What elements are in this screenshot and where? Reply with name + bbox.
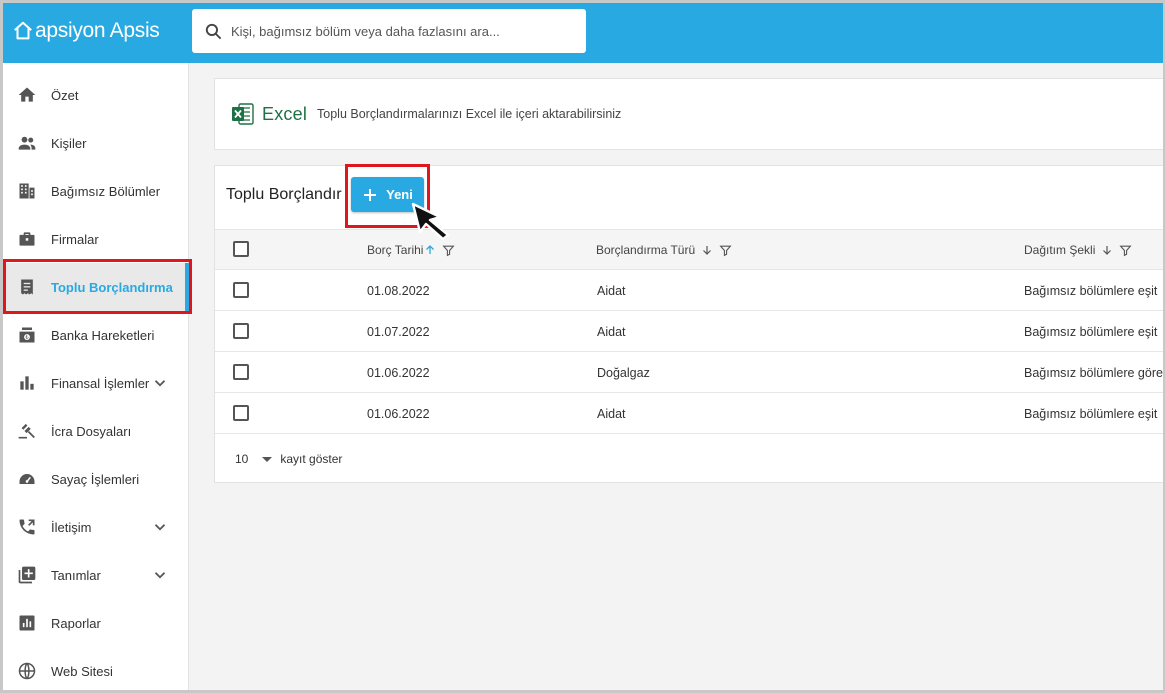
row-checkbox[interactable]: [233, 323, 249, 339]
app-logo[interactable]: apsiyon Apsis: [12, 18, 160, 44]
cell-type: Doğalgaz: [597, 366, 650, 380]
sidebar-item-ozet[interactable]: Özet: [0, 71, 189, 119]
sidebar-item-banka-hareketleri[interactable]: ₺ Banka Hareketleri: [0, 311, 189, 359]
bank-icon: ₺: [17, 325, 37, 345]
cell-date: 01.06.2022: [367, 407, 430, 421]
select-all-checkbox[interactable]: [233, 241, 249, 257]
home-outline-icon: [14, 21, 32, 40]
page-size-label: kayıt göster: [280, 452, 343, 466]
column-label: Borçlandırma Türü: [596, 243, 696, 257]
cell-type: Aidat: [597, 325, 626, 339]
sidebar-item-label: Sayaç İşlemleri: [51, 471, 140, 487]
search-box[interactable]: [192, 9, 586, 53]
table-row[interactable]: 01.07.2022 Aidat Bağımsız bölümlere eşit: [215, 311, 1165, 352]
logo-text: apsiyon Apsis: [35, 19, 160, 42]
sidebar-item-label: Tanımlar: [51, 567, 101, 583]
excel-import-card[interactable]: Excel Toplu Borçlandırmalarınızı Excel i…: [214, 78, 1165, 150]
row-checkbox[interactable]: [233, 405, 249, 421]
cell-type: Aidat: [597, 284, 626, 298]
sidebar: Özet Kişiler Bağımsız Bölümler Firmalar …: [0, 63, 189, 693]
library-add-icon: [17, 565, 37, 585]
table-row[interactable]: 01.06.2022 Doğalgaz Bağımsız bölümlere g…: [215, 352, 1165, 393]
mouse-pointer-icon: [411, 202, 450, 241]
building-icon: [17, 181, 37, 201]
cell-distribution: Bağımsız bölümlere eşit: [1024, 325, 1158, 339]
sidebar-item-label: Web Sitesi: [51, 663, 113, 679]
cell-date: 01.07.2022: [367, 325, 430, 339]
chevron-down-icon[interactable]: [151, 374, 169, 392]
sidebar-item-kisiler[interactable]: Kişiler: [0, 119, 189, 167]
table-row[interactable]: 01.06.2022 Aidat Bağımsız bölümlere eşit: [215, 393, 1165, 434]
sidebar-item-label: Kişiler: [51, 135, 87, 151]
sidebar-item-finansal-islemler[interactable]: Finansal İşlemler: [0, 359, 189, 407]
excel-icon: [232, 103, 254, 125]
row-checkbox[interactable]: [233, 282, 249, 298]
sidebar-item-toplu-borclandirma[interactable]: Toplu Borçlandırma: [0, 263, 189, 311]
column-header-borc-tarihi[interactable]: Borç Tarihi: [367, 243, 456, 257]
sidebar-item-label: Toplu Borçlandırma: [51, 279, 173, 295]
sidebar-item-label: Özet: [51, 87, 79, 103]
meter-icon: [17, 469, 37, 489]
filter-icon[interactable]: [719, 244, 732, 257]
excel-description: Toplu Borçlandırmalarınızı Excel ile içe…: [317, 107, 622, 121]
column-header-dagitim-sekli[interactable]: Dağıtım Şekli: [1024, 243, 1132, 257]
sidebar-item-iletisim[interactable]: İletişim: [0, 503, 189, 551]
top-bar: apsiyon Apsis: [0, 0, 1165, 63]
page-size-selector[interactable]: 10 kayıt göster: [235, 452, 342, 466]
column-label: Borç Tarihi: [367, 243, 424, 257]
briefcase-icon: [17, 229, 37, 249]
sidebar-item-icra-dosyalari[interactable]: İcra Dosyaları: [0, 407, 189, 455]
column-label: Dağıtım Şekli: [1024, 243, 1096, 257]
people-icon: [17, 133, 37, 153]
sidebar-item-firmalar[interactable]: Firmalar: [0, 215, 189, 263]
table-row[interactable]: 01.08.2022 Aidat Bağımsız bölümlere eşit: [215, 270, 1165, 311]
plus-icon: [364, 188, 377, 201]
cell-date: 01.08.2022: [367, 284, 430, 298]
chevron-down-icon[interactable]: [151, 518, 169, 536]
cell-distribution: Bağımsız bölümlere göre: [1024, 366, 1163, 380]
phone-icon: [17, 517, 37, 537]
sidebar-item-tanimlar[interactable]: Tanımlar: [0, 551, 189, 599]
bulk-debit-table-card: Toplu Borçlandır Yeni Borç Tarihi Borçla…: [214, 165, 1165, 483]
sidebar-item-label: Firmalar: [51, 231, 99, 247]
search-icon: [205, 23, 222, 39]
sidebar-item-label: Raporlar: [51, 615, 101, 631]
gavel-icon: [17, 421, 37, 441]
sidebar-item-label: Bağımsız Bölümler: [51, 183, 161, 199]
sidebar-item-label: Finansal İşlemler: [51, 375, 150, 391]
card-title: Toplu Borçlandır: [226, 186, 342, 203]
receipt-icon: [17, 277, 37, 297]
bar-chart-icon: [17, 373, 37, 393]
sidebar-item-label: Banka Hareketleri: [51, 327, 155, 343]
sidebar-item-raporlar[interactable]: Raporlar: [0, 599, 189, 647]
excel-title: Excel: [262, 103, 308, 124]
column-header-borclandirma-turu[interactable]: Borçlandırma Türü: [596, 243, 732, 257]
cell-type: Aidat: [597, 407, 626, 421]
new-button-label: Yeni: [386, 187, 413, 202]
sort-descending-icon[interactable]: [1101, 244, 1113, 256]
sidebar-item-sayac-islemleri[interactable]: Sayaç İşlemleri: [0, 455, 189, 503]
sidebar-item-label: İletişim: [51, 519, 92, 535]
row-checkbox[interactable]: [233, 364, 249, 380]
caret-down-icon[interactable]: [262, 454, 273, 464]
sort-ascending-icon[interactable]: [424, 244, 436, 256]
sidebar-item-bagimsiz-bolumler[interactable]: Bağımsız Bölümler: [0, 167, 189, 215]
globe-icon: [17, 661, 37, 681]
cell-distribution: Bağımsız bölümlere eşit: [1024, 284, 1158, 298]
chevron-down-icon[interactable]: [151, 566, 169, 584]
table-header: Borç Tarihi Borçlandırma Türü Dağıtım Şe…: [215, 229, 1165, 270]
report-icon: [17, 613, 37, 633]
sidebar-item-web-sitesi[interactable]: Web Sitesi: [0, 647, 189, 693]
cell-distribution: Bağımsız bölümlere eşit: [1024, 407, 1158, 421]
home-icon: [17, 85, 37, 105]
sidebar-item-label: İcra Dosyaları: [51, 423, 132, 439]
filter-icon[interactable]: [442, 244, 456, 257]
filter-icon[interactable]: [1119, 244, 1132, 257]
cell-date: 01.06.2022: [367, 366, 430, 380]
search-input[interactable]: [231, 23, 571, 39]
sort-descending-icon[interactable]: [701, 244, 713, 256]
page-size-value: 10: [235, 452, 249, 466]
